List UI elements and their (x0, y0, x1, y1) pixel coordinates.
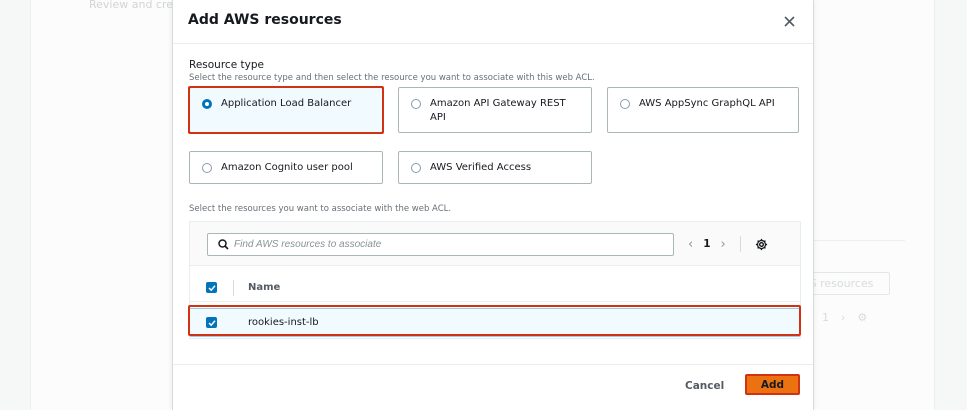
pagination: ‹ 1 › (688, 236, 768, 252)
resource-tile-cognito[interactable]: Amazon Cognito user pool (189, 151, 383, 184)
column-separator (233, 279, 234, 296)
add-aws-resources-modal: Add AWS resources Resource type Select t… (172, 0, 814, 410)
resource-tile-verified-access[interactable]: AWS Verified Access (398, 151, 592, 184)
resource-type-description: Select the resource type and then select… (189, 73, 595, 83)
cancel-button[interactable]: Cancel (679, 376, 730, 396)
radio-appsync[interactable] (620, 99, 630, 109)
modal-footer: Cancel Add (173, 364, 813, 410)
chevron-right-icon[interactable]: › (721, 237, 726, 252)
radio-api-gateway[interactable] (411, 99, 421, 109)
resource-tile-label: Amazon API Gateway REST API (430, 97, 566, 125)
resource-type-label: Resource type (189, 59, 264, 71)
resource-tile-label: Amazon Cognito user pool (221, 162, 353, 173)
close-icon (783, 15, 795, 27)
resource-tile-appsync[interactable]: AWS AppSync GraphQL API (607, 87, 799, 133)
resource-tile-label: AWS AppSync GraphQL API (639, 98, 775, 109)
modal-header: Add AWS resources (173, 0, 813, 44)
checkmark-icon (207, 284, 216, 291)
search-icon (212, 239, 234, 250)
resources-toolbar: ‹ 1 › (190, 222, 800, 266)
resource-tile-label-line1: Amazon API Gateway REST (430, 98, 566, 109)
resource-tile-api-gateway[interactable]: Amazon API Gateway REST API (398, 87, 592, 133)
table-row[interactable]: rookies-inst-lb (190, 308, 800, 337)
row-checkbox[interactable] (206, 317, 217, 328)
column-header-name[interactable]: Name (248, 282, 280, 293)
resources-description: Select the resources you want to associa… (189, 204, 452, 214)
resource-tile-label-line2: API (430, 112, 446, 123)
radio-cognito[interactable] (202, 163, 212, 173)
page-number[interactable]: 1 (703, 238, 710, 250)
resource-tile-label: AWS Verified Access (430, 162, 532, 173)
modal-title: Add AWS resources (188, 12, 342, 28)
select-all-checkbox[interactable] (206, 282, 217, 293)
radio-verified-access[interactable] (411, 163, 421, 173)
chevron-left-icon[interactable]: ‹ (688, 237, 693, 252)
resources-table: ‹ 1 › Name rookies-inst-lb (189, 221, 801, 339)
radio-application-load-balancer[interactable] (202, 99, 212, 109)
search-box (207, 233, 674, 256)
pager-divider (739, 236, 741, 252)
row-name-cell: rookies-inst-lb (248, 317, 319, 328)
add-button[interactable]: Add (745, 374, 800, 395)
resource-tile-label: Application Load Balancer (221, 98, 352, 109)
checkmark-icon (207, 319, 216, 326)
settings-gear-icon[interactable] (755, 238, 768, 251)
close-button[interactable] (779, 11, 799, 31)
search-input[interactable] (234, 239, 654, 250)
table-header-row: Name (190, 274, 800, 302)
resource-tile-application-load-balancer[interactable]: Application Load Balancer (189, 87, 383, 133)
